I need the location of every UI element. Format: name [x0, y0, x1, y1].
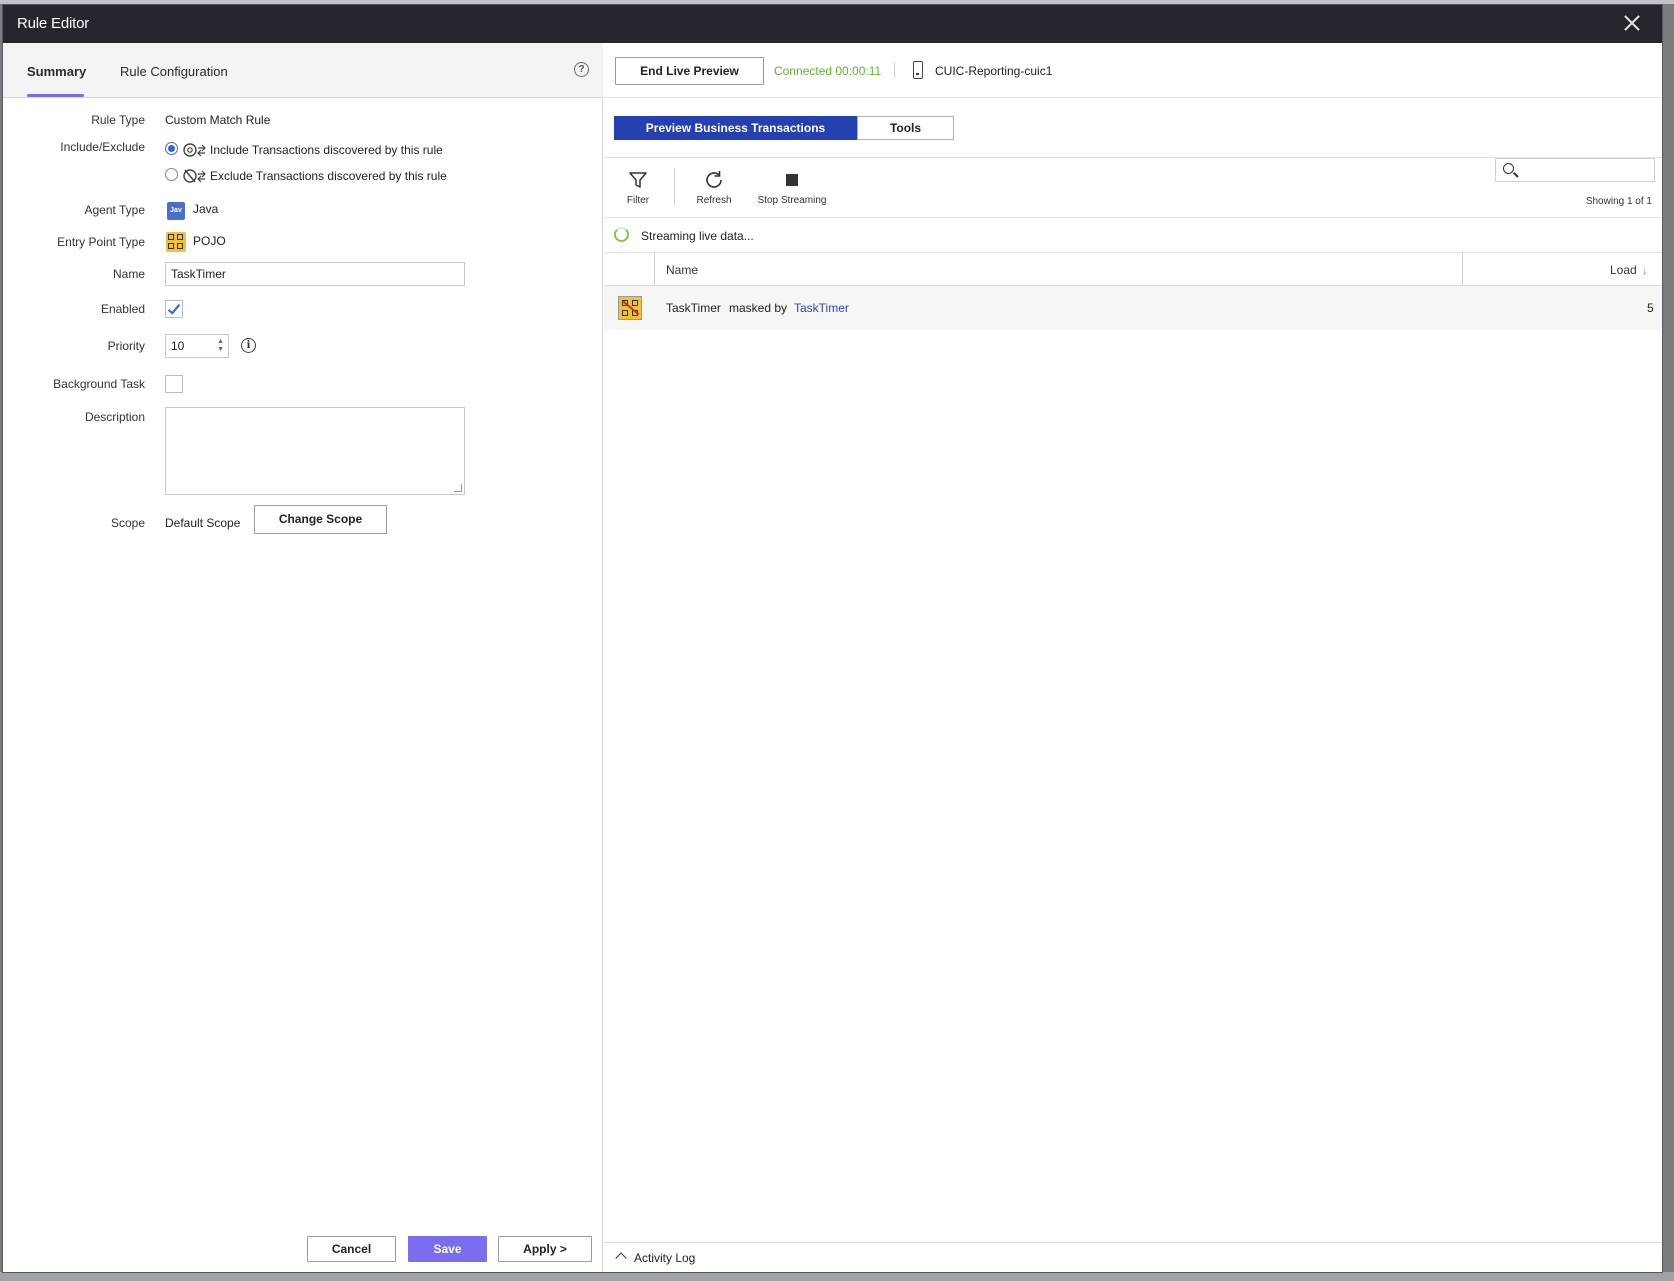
- end-live-preview-button[interactable]: End Live Preview: [615, 57, 764, 85]
- stepper-arrows-icon[interactable]: ▲ ▼: [217, 338, 224, 354]
- priority-stepper[interactable]: 10 ▲ ▼: [165, 334, 229, 358]
- table-row[interactable]: TaskTimer masked by TaskTimer 5: [604, 286, 1662, 330]
- background-app-bottom: [0, 1272, 1674, 1281]
- tab-preview-business-transactions[interactable]: Preview Business Transactions: [614, 116, 857, 140]
- summary-panel: Summary Rule Configuration ? Rule Type C…: [3, 43, 603, 1272]
- java-icon: Jav: [167, 202, 185, 220]
- dialog-titlebar: Rule Editor: [3, 5, 1662, 43]
- chevron-up-icon: [615, 1252, 627, 1264]
- save-button[interactable]: Save: [408, 1236, 487, 1262]
- column-load-header[interactable]: Load: [1610, 263, 1637, 277]
- stop-streaming-label: Stop Streaming: [757, 195, 827, 206]
- tab-bar: Summary Rule Configuration ?: [3, 43, 603, 98]
- agent-type-label: Agent Type: [84, 203, 146, 217]
- cancel-button[interactable]: Cancel: [307, 1236, 396, 1262]
- showing-count: Showing 1 of 1: [1585, 196, 1652, 207]
- enabled-label: Enabled: [100, 302, 145, 316]
- toolbar-divider: [674, 168, 675, 206]
- include-transaction-icon: [183, 142, 207, 161]
- help-icon[interactable]: ?: [574, 62, 589, 77]
- name-input[interactable]: TaskTimer: [165, 262, 465, 286]
- refresh-label: Refresh: [696, 195, 732, 206]
- include-exclude-label: Include/Exclude: [60, 140, 145, 154]
- column-name-header[interactable]: Name: [666, 263, 698, 277]
- server-name: CUIC-Reporting-cuic1: [935, 64, 1053, 78]
- stop-streaming-button[interactable]: Stop Streaming: [756, 169, 828, 206]
- scope-label: Scope: [110, 516, 145, 530]
- business-transaction-masked-icon: [618, 296, 642, 320]
- sort-desc-icon[interactable]: ↓: [1642, 263, 1648, 277]
- exclude-transaction-icon: [183, 168, 207, 187]
- tab-rule-configuration[interactable]: Rule Configuration: [120, 64, 228, 79]
- activity-log-bar[interactable]: Activity Log: [604, 1242, 1662, 1272]
- streaming-status: Streaming live data...: [641, 229, 754, 243]
- name-label: Name: [112, 267, 145, 281]
- description-label: Description: [84, 410, 145, 424]
- column-divider: [1462, 253, 1463, 286]
- check-icon: [167, 301, 181, 315]
- close-icon[interactable]: [1620, 11, 1644, 35]
- search-input[interactable]: [1495, 158, 1655, 182]
- resize-grip-icon[interactable]: [454, 484, 462, 492]
- scope-value: Default Scope: [165, 516, 241, 530]
- agent-type-value: Java: [193, 202, 219, 216]
- search-icon: [1503, 163, 1514, 174]
- refresh-button[interactable]: Refresh: [694, 169, 734, 206]
- rule-type-value: Custom Match Rule: [165, 113, 271, 127]
- row-load: 5: [1647, 301, 1654, 315]
- dialog-title: Rule Editor: [17, 15, 90, 32]
- rule-type-label: Rule Type: [91, 113, 145, 127]
- preview-header: End Live Preview Connected 00:00:11 CUIC…: [604, 43, 1662, 98]
- info-icon[interactable]: i: [241, 338, 256, 353]
- exclude-option-label: Exclude Transactions discovered by this …: [210, 169, 447, 183]
- tab-tools[interactable]: Tools: [857, 116, 954, 140]
- toolbar-bottom-divider: [604, 217, 1662, 218]
- connection-status: Connected 00:00:11: [774, 64, 882, 78]
- streaming-spinner-icon: [614, 227, 629, 242]
- table-header: Name Load ↓: [604, 252, 1662, 286]
- row-name: TaskTimer: [666, 301, 721, 315]
- stop-icon: [756, 169, 828, 191]
- live-preview-panel: End Live Preview Connected 00:00:11 CUIC…: [604, 43, 1662, 1272]
- column-divider: [654, 253, 655, 286]
- filter-label: Filter: [626, 195, 650, 206]
- tab-summary[interactable]: Summary: [27, 64, 86, 79]
- change-scope-button[interactable]: Change Scope: [254, 505, 387, 534]
- background-task-label: Background Task: [53, 377, 145, 391]
- filter-button[interactable]: Filter: [622, 169, 654, 206]
- server-icon: [913, 61, 923, 79]
- exclude-radio[interactable]: [165, 168, 178, 181]
- activity-log-label: Activity Log: [634, 1251, 696, 1265]
- rule-editor-dialog: Rule Editor Summary Rule Configuration ?…: [2, 4, 1663, 1273]
- active-tab-indicator: [27, 94, 84, 97]
- priority-label: Priority: [107, 339, 145, 353]
- include-radio[interactable]: [165, 142, 178, 155]
- priority-value: 10: [171, 339, 185, 353]
- name-input-value: TaskTimer: [171, 267, 226, 281]
- include-option-label: Include Transactions discovered by this …: [210, 143, 443, 157]
- row-masked-text: masked by: [729, 301, 788, 315]
- entry-point-value: POJO: [193, 234, 226, 248]
- background-task-checkbox[interactable]: [165, 375, 183, 393]
- enabled-checkbox[interactable]: [165, 300, 183, 318]
- pojo-icon: [166, 232, 186, 252]
- header-divider: [894, 62, 895, 78]
- entry-point-label: Entry Point Type: [57, 235, 145, 249]
- row-masked-link[interactable]: TaskTimer: [794, 301, 849, 315]
- preview-segmented-control: Preview Business Transactions Tools: [614, 116, 956, 140]
- apply-button[interactable]: Apply >: [498, 1236, 592, 1262]
- description-textarea[interactable]: [165, 407, 465, 495]
- filter-icon: [622, 169, 654, 191]
- refresh-icon: [694, 169, 734, 191]
